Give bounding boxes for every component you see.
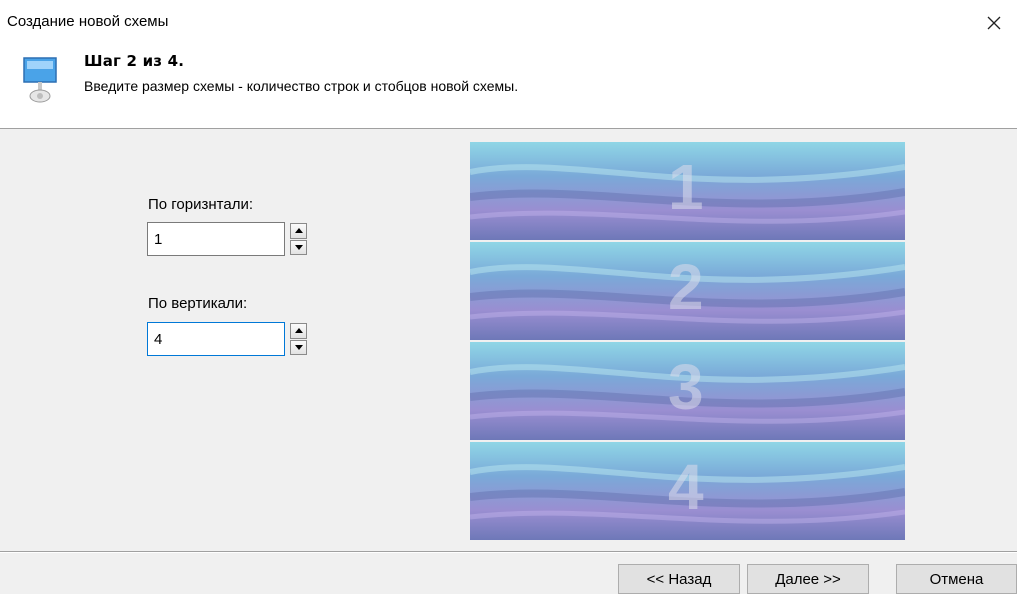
pane-number: 3 [668,351,704,423]
arrow-down-icon [294,344,303,350]
layout-preview: 1 2 3 4 [470,142,905,542]
arrow-down-icon [294,244,303,250]
back-button[interactable]: << Назад [618,564,740,594]
horizontal-spin-buttons [290,223,307,255]
preview-pane: 2 [470,242,905,340]
vertical-label: По вертикали: [148,295,248,312]
horizontal-up-button[interactable] [290,223,307,239]
wizard-header: Шаг 2 из 4. Введите размер схемы - колич… [0,46,1017,129]
step-description: Введите размер схемы - количество строк … [84,78,519,94]
horizontal-spinner [147,222,317,258]
title-bar: Создание новой схемы [0,0,1017,46]
preview-pane: 4 [470,442,905,540]
vertical-spin-buttons [290,323,307,355]
horizontal-down-button[interactable] [290,239,307,255]
vertical-down-button[interactable] [290,339,307,355]
pane-number: 2 [668,251,704,323]
monitor-icon [23,57,57,103]
close-icon [987,16,1001,30]
cancel-button[interactable]: Отмена [896,564,1017,594]
horizontal-label: По горизнтали: [148,196,253,213]
arrow-up-icon [294,328,303,334]
close-button[interactable] [971,0,1017,46]
step-title: Шаг 2 из 4. [84,52,185,70]
horizontal-input[interactable] [147,222,285,256]
window-title: Создание новой схемы [7,13,169,30]
pane-number: 4 [668,451,704,523]
arrow-up-icon [294,228,303,234]
vertical-input[interactable] [147,322,285,356]
next-button[interactable]: Далее >> [747,564,869,594]
preview-pane: 3 [470,342,905,440]
preview-pane: 1 [470,142,905,240]
footer-divider [0,551,1017,553]
pane-number: 1 [668,151,704,223]
vertical-spinner [147,322,317,358]
vertical-up-button[interactable] [290,323,307,339]
